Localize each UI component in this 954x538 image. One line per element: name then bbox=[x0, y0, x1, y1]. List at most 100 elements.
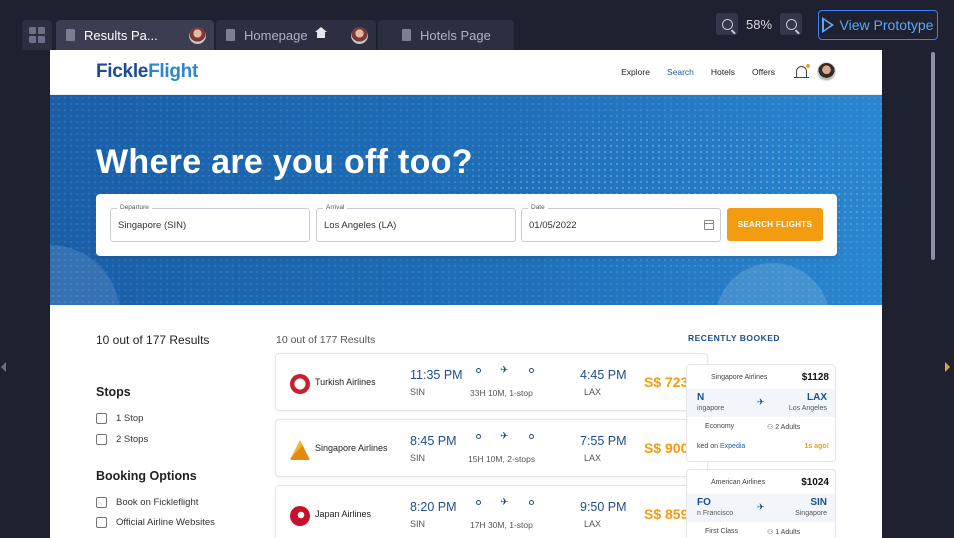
japan-airlines-logo-icon bbox=[290, 506, 310, 526]
filters-sidebar: 10 out of 177 Results Stops 1 Stop 2 Sto… bbox=[96, 333, 215, 528]
airline-name: Japan Airlines bbox=[315, 509, 372, 519]
travel-class: Economy bbox=[705, 423, 735, 430]
tab-label: Homepage bbox=[244, 27, 308, 43]
zoom-level: 58% bbox=[746, 16, 773, 32]
plane-icon: ✈ bbox=[757, 397, 765, 407]
hero-banner: Where are you off too? Departure Singapo… bbox=[50, 95, 882, 305]
calendar-icon[interactable] bbox=[704, 220, 714, 230]
page-icon bbox=[402, 29, 411, 41]
arrival-code: LAX bbox=[584, 453, 602, 463]
filter-official-airline-websites[interactable]: Official Airline Websites bbox=[96, 517, 215, 528]
departure-time: 8:45 PM bbox=[410, 434, 457, 448]
destination-city: Los Angeles bbox=[788, 405, 827, 412]
logo-text-a: Fickle bbox=[96, 61, 149, 82]
checkbox[interactable] bbox=[96, 497, 107, 508]
avatar bbox=[351, 27, 368, 44]
arrival-code: LAX bbox=[584, 387, 602, 397]
arrival-time: 4:45 PM bbox=[580, 368, 627, 382]
zoom-out-icon bbox=[721, 18, 733, 30]
zoom-in-icon bbox=[785, 18, 797, 30]
route-indicator: ✈ bbox=[476, 431, 536, 444]
flight-result-card[interactable]: Singapore Airlines 8:45 PM SIN ✈ 15H 10M… bbox=[275, 419, 708, 477]
recent-airline: Singapore Airlines bbox=[711, 374, 768, 381]
tab-results-page[interactable]: Results Pa... bbox=[56, 20, 214, 50]
checkbox[interactable] bbox=[96, 517, 107, 528]
route-indicator: ✈ bbox=[476, 365, 536, 378]
booked-via: ked on Expedia bbox=[697, 443, 745, 450]
bell-icon[interactable] bbox=[794, 66, 809, 78]
departure-value: Singapore (SIN) bbox=[118, 220, 187, 231]
checkbox-label: Book on Fickleflight bbox=[116, 497, 199, 508]
arrival-field[interactable]: Arrival Los Angeles (LA) bbox=[316, 204, 516, 242]
checkbox[interactable] bbox=[96, 413, 107, 424]
recent-booking-card[interactable]: American Airlines $1024 FO n Francisco ✈… bbox=[686, 469, 836, 538]
tab-homepage[interactable]: Homepage bbox=[216, 20, 376, 50]
recent-booking-card[interactable]: Singapore Airlines $1128 N ingapore ✈ LA… bbox=[686, 364, 836, 462]
page-icon bbox=[226, 29, 235, 41]
departure-field[interactable]: Departure Singapore (SIN) bbox=[110, 204, 310, 242]
home-icon bbox=[314, 27, 327, 40]
nav-link-hotels[interactable]: Hotels bbox=[711, 67, 735, 77]
checkbox[interactable] bbox=[96, 434, 107, 445]
editor-topbar: Results Pa... Homepage Hotels Page 58% V… bbox=[0, 0, 954, 50]
grid-icon bbox=[29, 27, 45, 43]
canvas-scrollbar[interactable] bbox=[931, 52, 935, 260]
recent-airline: American Airlines bbox=[711, 479, 766, 486]
recent-price: $1128 bbox=[801, 372, 829, 383]
date-label: Date bbox=[528, 204, 548, 211]
search-flights-button[interactable]: SEARCH FLIGHTS bbox=[727, 208, 823, 241]
origin-code: FO bbox=[697, 497, 711, 508]
next-page-arrow-icon[interactable] bbox=[945, 362, 950, 372]
departure-time: 8:20 PM bbox=[410, 500, 457, 514]
flight-price: S$ 859 bbox=[644, 506, 689, 522]
previous-page-arrow-icon[interactable] bbox=[1, 362, 6, 372]
departure-code: SIN bbox=[410, 387, 426, 397]
flight-price: S$ 723 bbox=[644, 374, 689, 390]
airline-name: Singapore Airlines bbox=[315, 443, 388, 453]
origin-code: N bbox=[697, 392, 705, 403]
origin-city: ingapore bbox=[697, 405, 725, 412]
arrival-code: LAX bbox=[584, 519, 602, 529]
zoom-in-button[interactable] bbox=[780, 13, 803, 35]
site-logo[interactable]: FickleFlight bbox=[96, 61, 198, 83]
arrival-time: 7:55 PM bbox=[580, 434, 627, 448]
results-header: 10 out of 177 Results bbox=[276, 334, 376, 346]
booking-options-heading: Booking Options bbox=[96, 469, 197, 483]
nav-link-search[interactable]: Search bbox=[667, 67, 694, 77]
tab-hotels-page[interactable]: Hotels Page bbox=[378, 20, 514, 50]
flight-duration: 15H 10M, 2-stops bbox=[468, 454, 536, 464]
flight-duration: 17H 30M, 1-stop bbox=[470, 520, 533, 530]
departure-label: Departure bbox=[117, 204, 152, 211]
date-value: 01/05/2022 bbox=[529, 220, 577, 231]
destination-code: LAX bbox=[807, 392, 827, 403]
tab-label: Hotels Page bbox=[420, 27, 491, 43]
filter-book-on-fickleflight[interactable]: Book on Fickleflight bbox=[96, 497, 198, 508]
filter-2-stops[interactable]: 2 Stops bbox=[96, 434, 148, 445]
site-navbar: FickleFlight Explore Search Hotels Offer… bbox=[50, 50, 882, 95]
play-icon bbox=[821, 17, 834, 33]
booked-via-label: ked on bbox=[697, 443, 719, 450]
grid-menu-button[interactable] bbox=[22, 20, 52, 50]
results-count: 10 out of 177 Results bbox=[96, 333, 210, 347]
flight-result-card[interactable]: Turkish Airlines 11:35 PM SIN ✈ 33H 10M,… bbox=[275, 353, 708, 411]
date-field[interactable]: Date 01/05/2022 bbox=[521, 204, 721, 242]
destination-code: SIN bbox=[810, 497, 827, 508]
plane-icon: ✈ bbox=[500, 365, 509, 376]
flight-result-card[interactable]: Japan Airlines 8:20 PM SIN ✈ 17H 30M, 1-… bbox=[275, 485, 708, 538]
plane-icon: ✈ bbox=[500, 431, 509, 442]
passenger-count: ⚇ 2 Adults bbox=[767, 424, 801, 431]
arrival-value: Los Angeles (LA) bbox=[324, 220, 397, 231]
origin-city: n Francisco bbox=[697, 510, 734, 517]
nav-link-offers[interactable]: Offers bbox=[752, 67, 775, 77]
filter-1-stop[interactable]: 1 Stop bbox=[96, 413, 143, 424]
flight-price: S$ 900 bbox=[644, 440, 689, 456]
user-avatar[interactable] bbox=[817, 62, 836, 81]
zoom-out-button[interactable] bbox=[716, 13, 738, 35]
view-prototype-button[interactable]: View Prototype bbox=[818, 10, 938, 40]
departure-code: SIN bbox=[410, 453, 426, 463]
passenger-count-value: 1 Adults bbox=[775, 529, 801, 536]
airline-name: Turkish Airlines bbox=[315, 377, 376, 387]
nav-link-explore[interactable]: Explore bbox=[621, 67, 650, 77]
singapore-airlines-logo-icon bbox=[290, 440, 310, 460]
passenger-count-value: 2 Adults bbox=[775, 424, 801, 431]
